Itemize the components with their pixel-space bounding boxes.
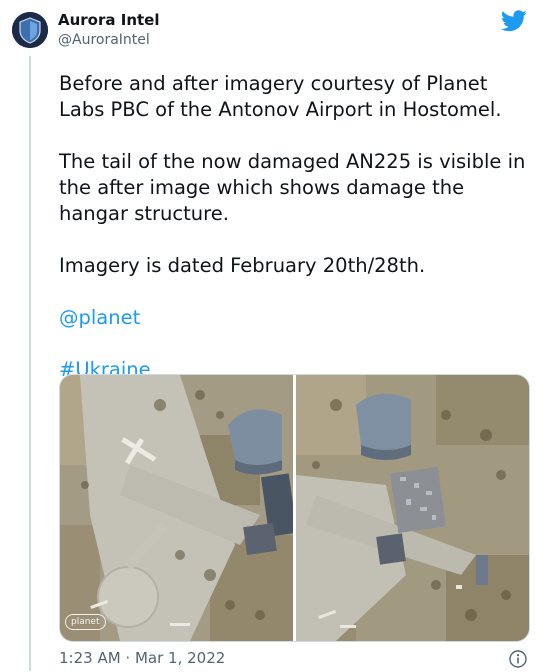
avatar[interactable] — [12, 12, 48, 48]
tweet-timestamp[interactable]: 1:23 AM · Mar 1, 2022 — [59, 648, 225, 668]
planet-watermark: planet — [65, 614, 106, 630]
media-gallery: planet — [59, 374, 530, 642]
info-icon[interactable] — [509, 650, 527, 668]
tweet-paragraph: Before and after imagery courtesy of Pla… — [59, 72, 502, 121]
author-name[interactable]: Aurora Intel — [58, 11, 159, 30]
tweet-paragraph: The tail of the now damaged AN225 is vis… — [59, 150, 526, 225]
author-handle[interactable]: @AuroraIntel — [58, 31, 150, 49]
twitter-bird-icon[interactable] — [500, 10, 527, 32]
shield-logo-icon — [12, 12, 48, 48]
before-image[interactable]: planet — [60, 375, 293, 641]
mention-link[interactable]: @planet — [59, 306, 140, 329]
thread-line — [29, 56, 31, 671]
after-image[interactable] — [296, 375, 529, 641]
tweet-text: Before and after imagery courtesy of Pla… — [59, 71, 529, 409]
tweet-paragraph: Imagery is dated February 20th/28th. — [59, 254, 426, 277]
tweet-card: Aurora Intel @AuroraIntel Before and aft… — [0, 0, 543, 671]
